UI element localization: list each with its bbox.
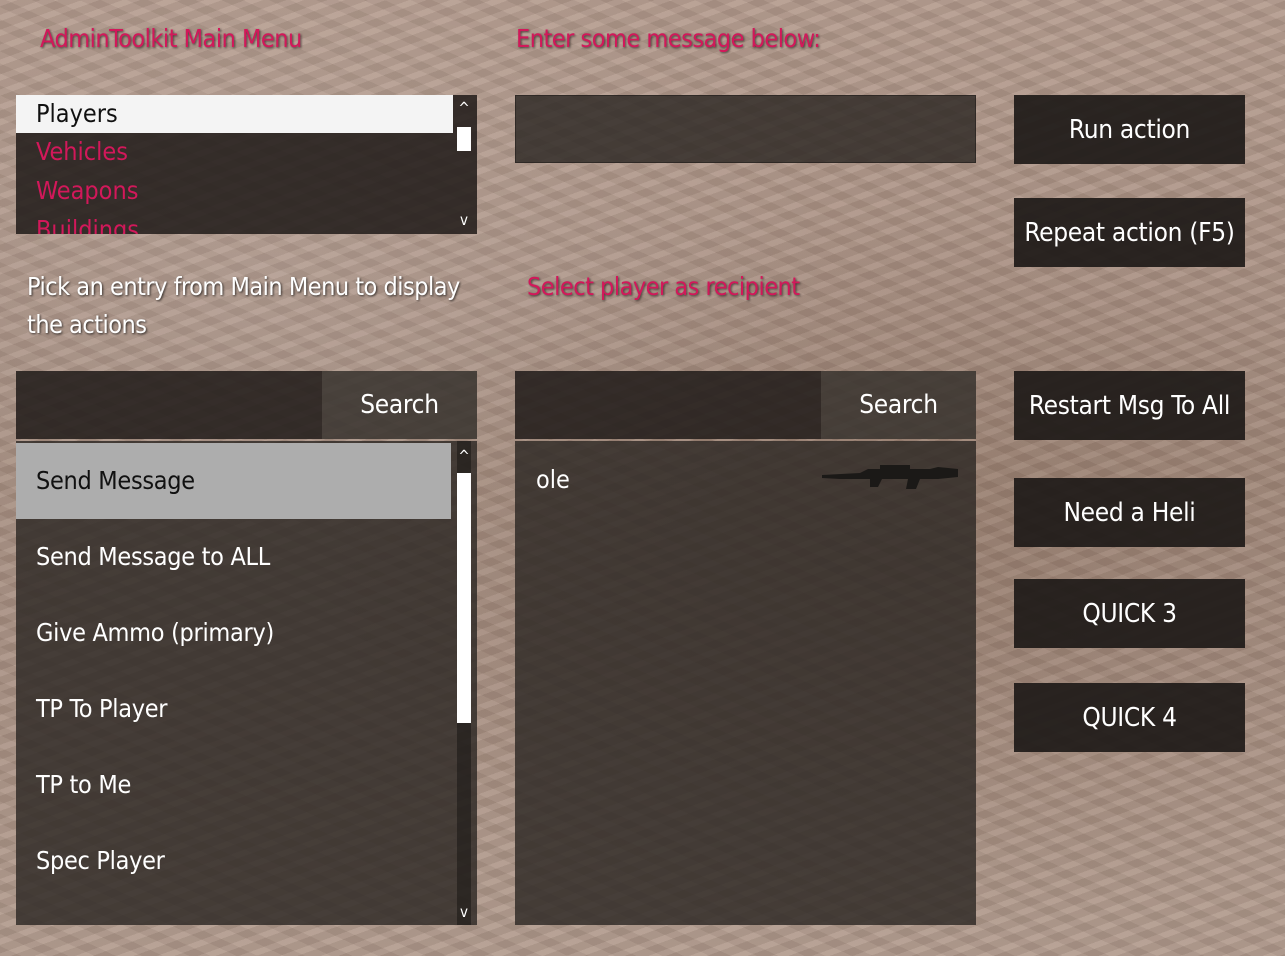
- message-title: Enter some message below:: [516, 24, 821, 53]
- main-menu-item-players[interactable]: Players: [16, 95, 453, 133]
- need-heli-button[interactable]: Need a Heli: [1014, 478, 1245, 547]
- actions-scroll-up-icon[interactable]: ^: [457, 447, 471, 465]
- main-menu-list[interactable]: Players Vehicles Weapons Buildings ^ v: [16, 95, 477, 234]
- quick4-button[interactable]: QUICK 4: [1014, 683, 1245, 752]
- player-search-input[interactable]: [515, 371, 821, 439]
- hint-text: Pick an entry from Main Menu to display …: [27, 272, 460, 339]
- restart-msg-button[interactable]: Restart Msg To All: [1014, 371, 1245, 440]
- rifle-icon: [822, 465, 958, 489]
- main-menu-item-weapons[interactable]: Weapons: [16, 172, 453, 210]
- run-action-button[interactable]: Run action: [1014, 95, 1245, 164]
- recipient-title: Select player as recipient: [527, 272, 800, 301]
- action-item-send-message[interactable]: Send Message: [16, 443, 451, 519]
- action-item-tp-to-player[interactable]: TP To Player: [16, 671, 451, 747]
- message-input[interactable]: [515, 95, 976, 163]
- main-menu-title: AdminToolkit Main Menu: [40, 24, 302, 53]
- main-menu-scroll-up-icon[interactable]: ^: [457, 99, 471, 117]
- quick3-button[interactable]: QUICK 3: [1014, 579, 1245, 648]
- main-menu-item-buildings[interactable]: Buildings: [16, 211, 453, 234]
- action-search-input[interactable]: [16, 371, 322, 439]
- repeat-action-button[interactable]: Repeat action (F5): [1014, 198, 1245, 267]
- player-name: ole: [536, 465, 570, 494]
- action-item-tp-to-me[interactable]: TP to Me: [16, 747, 451, 823]
- main-menu-scroll-down-icon[interactable]: v: [457, 211, 471, 229]
- player-search-button[interactable]: Search: [821, 371, 976, 439]
- action-search-button[interactable]: Search: [322, 371, 477, 439]
- main-menu-scrollbar-thumb[interactable]: [457, 127, 471, 151]
- main-menu-item-vehicles[interactable]: Vehicles: [16, 133, 453, 171]
- actions-scroll-down-icon[interactable]: v: [457, 903, 471, 921]
- actions-scrollbar-thumb[interactable]: [457, 473, 471, 723]
- player-row[interactable]: ole: [515, 441, 976, 519]
- action-item-give-ammo[interactable]: Give Ammo (primary): [16, 595, 451, 671]
- actions-list[interactable]: Send Message Send Message to ALL Give Am…: [16, 441, 477, 925]
- players-list[interactable]: ole: [515, 441, 976, 925]
- action-item-spec-player[interactable]: Spec Player: [16, 823, 451, 899]
- action-item-send-message-all[interactable]: Send Message to ALL: [16, 519, 451, 595]
